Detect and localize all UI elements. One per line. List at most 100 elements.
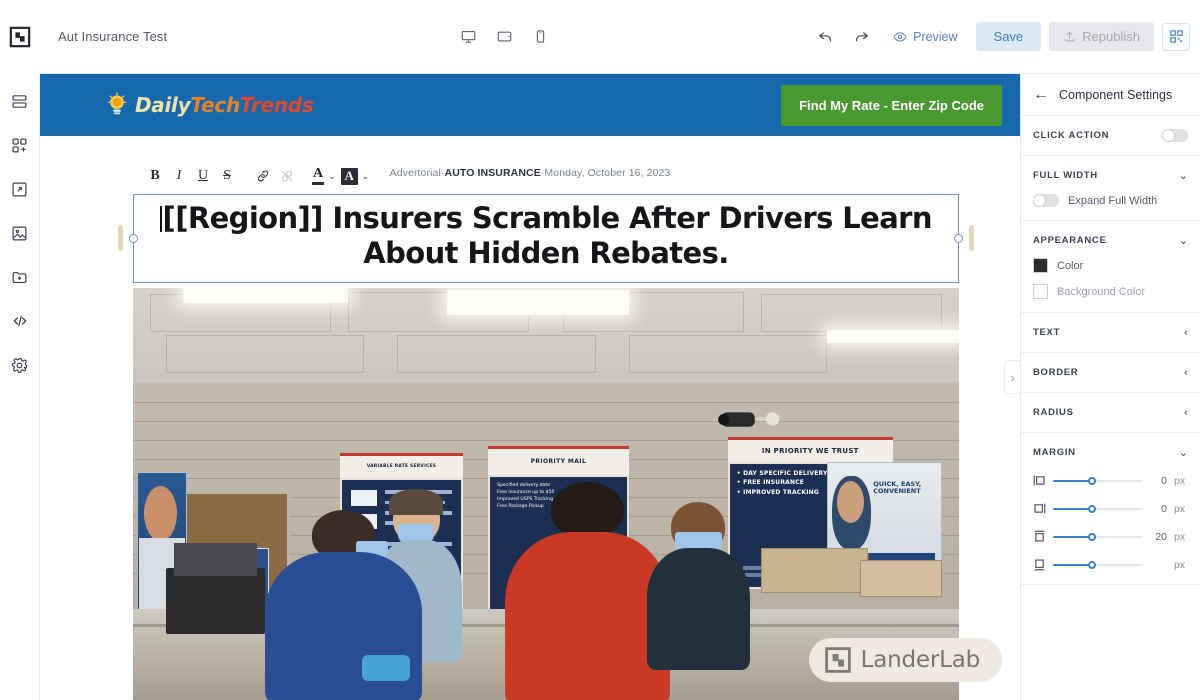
headline-text[interactable]: [[Region]] Insurers Scramble After Drive… [146, 201, 946, 272]
advertorial-date: Monday, October 16, 2023 [544, 167, 671, 179]
editor-body: DailyTechTrends Find My Rate - Enter Zip… [0, 74, 1200, 700]
watermark-logo-icon [824, 647, 851, 673]
text-color-chevron-down-icon[interactable]: ⌄ [325, 171, 339, 182]
priority-mail-sign-cap: PRIORITY MAIL [488, 446, 629, 475]
terminal-device [166, 568, 266, 635]
preview-button[interactable]: Preview [883, 25, 967, 49]
find-my-rate-button[interactable]: Find My Rate - Enter Zip Code [781, 84, 1002, 126]
package-box [760, 547, 869, 593]
add-component-icon [12, 138, 27, 152]
strikethrough-button[interactable]: S [216, 164, 238, 188]
highlight-color-button[interactable]: A [340, 167, 358, 185]
sidebar-item-add-component[interactable] [5, 128, 35, 162]
folder-icon [12, 271, 27, 283]
section-margin: MARGIN ⌄ 0 px 0 px 20 px px [1021, 433, 1200, 585]
qr-code-button[interactable] [1162, 22, 1190, 51]
republish-button[interactable]: Republish [1049, 22, 1154, 51]
margin-bottom-slider[interactable] [1053, 559, 1142, 571]
margin-left-icon [1033, 475, 1045, 486]
save-button[interactable]: Save [975, 22, 1042, 51]
redo-icon [855, 32, 868, 42]
person-customer-blue [265, 510, 423, 700]
section-radius[interactable]: RADIUS ‹ [1021, 393, 1200, 433]
margin-bottom-unit: px [1174, 558, 1186, 571]
margin-bottom-row: px [1033, 558, 1188, 571]
mobile-icon [536, 30, 544, 43]
resize-handle-right[interactable] [954, 233, 963, 243]
landerlab-logo-icon[interactable] [0, 0, 40, 74]
sidebar-item-popup[interactable] [5, 172, 35, 206]
sidebar-item-custom-code[interactable] [5, 304, 35, 338]
appearance-chevron-down-icon[interactable]: ⌄ [1179, 234, 1188, 247]
device-desktop-button[interactable] [455, 25, 481, 49]
full-width-label: FULL WIDTH [1033, 170, 1098, 181]
panel-collapse-chevron-right-icon[interactable]: › [1004, 360, 1020, 394]
underline-button[interactable]: U [192, 164, 214, 188]
expand-full-width-toggle[interactable] [1033, 194, 1059, 207]
printer [174, 543, 257, 577]
radius-chevron-left-icon[interactable]: ‹ [1184, 406, 1188, 419]
highlight-color-control[interactable]: A ⌄ [340, 167, 373, 185]
logo-trends: Trends [239, 93, 314, 117]
margin-top-slider[interactable] [1053, 531, 1142, 543]
margin-left-slider[interactable] [1053, 475, 1142, 487]
color-swatch[interactable] [1033, 258, 1048, 273]
redo-button[interactable] [847, 24, 875, 50]
drag-handle-right[interactable] [969, 225, 974, 252]
sidebar-item-settings[interactable] [5, 348, 35, 382]
site-logo[interactable]: DailyTechTrends [106, 92, 314, 118]
sidebar-item-images[interactable] [5, 216, 35, 250]
device-tablet-button[interactable] [491, 25, 517, 49]
text-caret [160, 206, 162, 232]
canvas[interactable]: DailyTechTrends Find My Rate - Enter Zip… [40, 74, 1020, 700]
logo-glyph-icon [9, 26, 31, 47]
unlink-button[interactable] [276, 164, 298, 188]
border-label: BORDER [1033, 367, 1079, 378]
margin-right-slider[interactable] [1053, 503, 1142, 515]
quick-easy-poster-text: QUICK, EASY, CONVENIENT [873, 479, 922, 496]
margin-top-row: 20 px [1033, 530, 1188, 543]
headline-value: [[Region]] Insurers Scramble After Drive… [162, 201, 933, 271]
popup-icon [12, 182, 27, 196]
text-color-control[interactable]: A ⌄ [312, 166, 339, 185]
click-action-toggle[interactable] [1162, 129, 1188, 142]
device-mobile-button[interactable] [527, 25, 553, 49]
italic-button[interactable]: I [168, 164, 190, 188]
headline-component[interactable]: [[Region]] Insurers Scramble After Drive… [118, 194, 974, 283]
margin-left-value: 0 [1161, 474, 1167, 487]
section-full-width: FULL WIDTH ⌄ Expand Full Width [1021, 156, 1200, 221]
link-button[interactable] [252, 164, 274, 188]
undo-icon [818, 32, 831, 42]
undo-button[interactable] [811, 24, 839, 50]
margin-left-unit: px [1174, 474, 1186, 487]
highlight-chevron-down-icon[interactable]: ⌄ [359, 171, 373, 182]
section-text[interactable]: TEXT ‹ [1021, 313, 1200, 353]
ceiling-light-2 [446, 289, 629, 315]
margin-chevron-down-icon[interactable]: ⌄ [1179, 446, 1188, 459]
full-width-chevron-down-icon[interactable]: ⌄ [1179, 169, 1188, 182]
panel-header: ← Component Settings [1021, 74, 1200, 116]
margin-top-value: 20 [1155, 530, 1167, 543]
margin-bottom-icon [1034, 559, 1045, 571]
panel-title: Component Settings [1059, 87, 1173, 102]
republish-label: Republish [1082, 29, 1140, 44]
color-label: Color [1057, 259, 1084, 272]
border-chevron-left-icon[interactable]: ‹ [1184, 366, 1188, 379]
ceiling [133, 288, 959, 383]
section-click-action: CLICK ACTION [1021, 116, 1200, 156]
margin-top-icon [1034, 530, 1045, 542]
text-chevron-left-icon[interactable]: ‹ [1184, 326, 1188, 339]
text-color-button[interactable]: A [312, 166, 325, 185]
back-arrow-icon[interactable]: ← [1033, 86, 1049, 103]
background-color-swatch[interactable] [1033, 284, 1048, 299]
top-bar: Aut Insurance Test Preview Save Republis… [0, 0, 1200, 74]
resize-handle-left[interactable] [129, 233, 138, 243]
bold-button[interactable]: B [144, 164, 166, 188]
project-title[interactable]: Aut Insurance Test [58, 29, 167, 44]
sidebar-item-sections[interactable] [5, 84, 35, 118]
section-border[interactable]: BORDER ‹ [1021, 353, 1200, 393]
qr-code-icon [1169, 30, 1183, 43]
device-preview-group [455, 25, 553, 49]
drag-handle-left[interactable] [118, 225, 123, 252]
sidebar-item-assets[interactable] [5, 260, 35, 294]
